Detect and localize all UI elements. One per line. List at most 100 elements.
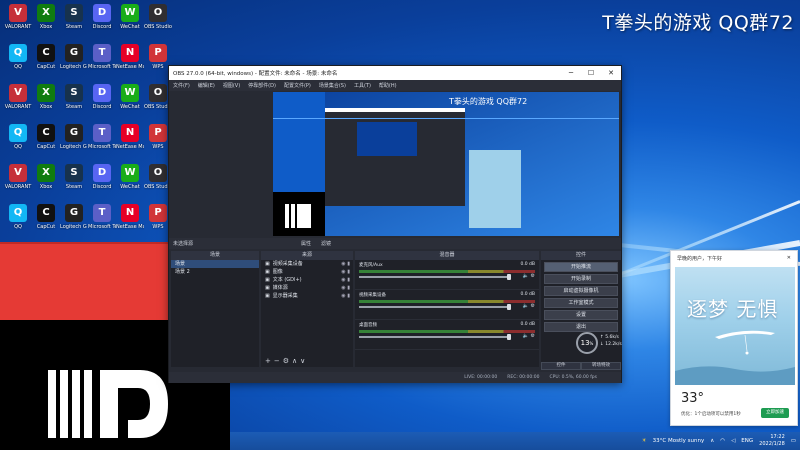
weather-sun-icon[interactable]: ☀ [642, 438, 647, 444]
volume-fader[interactable] [359, 274, 511, 280]
visibility-lock-icon[interactable]: ◉ ▮ [341, 284, 353, 292]
desktop-icon[interactable]: N NetEase Music [116, 124, 144, 150]
desktop-icon[interactable]: G Logitech G HUB [60, 204, 88, 230]
source-item[interactable]: ▣ 显示器采集 ◉ ▮ [261, 292, 353, 300]
tab-controls[interactable]: 控件 [541, 362, 581, 370]
wifi-icon[interactable]: ◠ [720, 438, 725, 444]
desktop-icon[interactable]: QQQ [4, 44, 32, 70]
control-button[interactable]: 开始推流 [544, 262, 618, 272]
obs-preview-canvas[interactable]: T拳头的游戏 QQ群72 [273, 92, 619, 236]
remove-icon[interactable]: − [274, 357, 283, 365]
desktop-icon[interactable]: W WeChat [116, 4, 144, 30]
add-icon[interactable]: + [265, 357, 274, 365]
desktop-icon-label: NetEase Music [116, 144, 144, 150]
visibility-lock-icon[interactable]: ◉ ▮ [341, 276, 353, 284]
desktop-icon[interactable]: T Microsoft Teams [88, 204, 116, 230]
visibility-lock-icon[interactable]: ◉ ▮ [341, 292, 353, 300]
desktop-icon[interactable]: C CapCut [32, 44, 60, 70]
move-up-icon[interactable]: ∧ [292, 357, 300, 365]
preview-mirror-image [273, 92, 619, 236]
perf-unit: % [589, 341, 594, 346]
menu-item[interactable]: 工具(T) [354, 82, 371, 89]
source-item[interactable]: ▣ 图像 ◉ ▮ [261, 268, 353, 276]
desktop-icon[interactable]: G Logitech G HUB [60, 44, 88, 70]
obs-titlebar[interactable]: OBS 27.0.0 (64-bit, windows) - 配置文件: 未命名… [169, 66, 621, 80]
desktop-icon[interactable]: T Microsoft Teams [88, 124, 116, 150]
close-icon[interactable]: ✕ [787, 255, 791, 261]
desktop-icon[interactable]: S Steam [60, 164, 88, 190]
desktop-icon[interactable]: V VALORANT [4, 4, 32, 30]
move-down-icon[interactable]: ∨ [300, 357, 308, 365]
desktop-icon[interactable]: X Xbox [32, 4, 60, 30]
desktop-icon[interactable]: V VALORANT [4, 164, 32, 190]
input-language[interactable]: ENG [741, 438, 753, 444]
desktop-icon[interactable]: W WeChat [116, 84, 144, 110]
control-button[interactable]: 启动虚拟摄像机 [544, 286, 618, 296]
volume-fader[interactable] [359, 304, 511, 310]
menu-item[interactable]: 停靠部件(D) [248, 82, 276, 89]
desktop-icon[interactable]: C CapCut [32, 204, 60, 230]
source-item[interactable]: ▣ 视频采集设备 ◉ ▮ [261, 260, 353, 268]
taskbar-weather[interactable]: 33°C Mostly sunny [653, 438, 705, 444]
minimize-icon[interactable]: ─ [561, 69, 581, 77]
performance-bubble[interactable]: 13% [576, 332, 598, 354]
maximize-icon[interactable]: ☐ [581, 69, 601, 77]
desktop-icon[interactable]: C CapCut [32, 124, 60, 150]
upload-icon: ↑ [600, 335, 604, 340]
wechat-icon: W [121, 84, 139, 102]
mute-settings-icon[interactable]: 🔈 ⚙ [523, 273, 535, 279]
scene-item[interactable]: 场景 [171, 260, 259, 268]
desktop-icon[interactable]: T Microsoft Teams [88, 44, 116, 70]
speed-up-button[interactable]: 立即加速 [761, 408, 789, 418]
menu-item[interactable]: 视图(V) [223, 82, 240, 89]
netease-music-icon: N [121, 44, 139, 62]
control-button[interactable]: 设置 [544, 310, 618, 320]
control-button[interactable]: 工作室模式 [544, 298, 618, 308]
desktop-icon[interactable]: QQQ [4, 204, 32, 230]
desktop-icon[interactable]: D Discord [88, 4, 116, 30]
desktop-icon-label: Microsoft Teams [88, 224, 116, 230]
scene-item[interactable]: 场景 2 [171, 268, 259, 276]
notification-icon[interactable]: ▭ [791, 438, 796, 444]
desktop-icon[interactable]: X Xbox [32, 164, 60, 190]
menu-item[interactable]: 编辑(E) [198, 82, 215, 89]
source-item[interactable]: ▣ 文本 (GDI+) ◉ ▮ [261, 276, 353, 284]
obs-menubar: 文件(F) 编辑(E) 视图(V) 停靠部件(D) 配置文件(P) 场景集合(S) 工具(T… [169, 80, 621, 91]
close-icon[interactable]: ✕ [601, 69, 621, 77]
desktop-icon[interactable]: X Xbox [32, 84, 60, 110]
gear-icon[interactable]: ⚙ [283, 357, 292, 365]
obs-window[interactable]: OBS 27.0.0 (64-bit, windows) - 配置文件: 未命名… [168, 65, 622, 383]
desktop-icon[interactable]: V VALORANT [4, 84, 32, 110]
desktop-icon[interactable]: G Logitech G HUB [60, 124, 88, 150]
mixer-channel: 视频采集设备 0.0 dB 🔈 ⚙ [355, 290, 539, 320]
desktop-icon[interactable]: S Steam [60, 4, 88, 30]
taskbar-clock[interactable]: 17:22 2022/1/28 [759, 434, 785, 448]
menu-item[interactable]: 场景集合(S) [319, 82, 346, 89]
volume-icon[interactable]: ◁ [731, 438, 735, 444]
desktop-icon[interactable]: D Discord [88, 164, 116, 190]
menu-item[interactable]: 帮助(H) [379, 82, 397, 89]
desktop-icon[interactable]: N NetEase Music [116, 44, 144, 70]
source-item[interactable]: ▣ 媒体源 ◉ ▮ [261, 284, 353, 292]
desktop-icon[interactable]: QQQ [4, 124, 32, 150]
filters-button[interactable]: 滤镜 [321, 240, 331, 247]
visibility-lock-icon[interactable]: ◉ ▮ [341, 260, 353, 268]
desktop-icon-label: Xbox [39, 184, 53, 190]
menu-item[interactable]: 配置文件(P) [284, 82, 311, 89]
properties-button[interactable]: 属性 [301, 240, 311, 247]
desktop-icon[interactable]: O OBS Studio [144, 4, 172, 30]
desktop-icon[interactable]: W WeChat [116, 164, 144, 190]
desktop-icon[interactable]: S Steam [60, 84, 88, 110]
control-button[interactable]: 开始录制 [544, 274, 618, 284]
mute-settings-icon[interactable]: 🔈 ⚙ [523, 333, 535, 339]
desktop-icon[interactable]: N NetEase Music [116, 204, 144, 230]
desktop-icon[interactable]: D Discord [88, 84, 116, 110]
menu-item[interactable]: 文件(F) [173, 82, 190, 89]
volume-fader[interactable] [359, 334, 511, 340]
control-button[interactable]: 退出 [544, 322, 618, 332]
visibility-lock-icon[interactable]: ◉ ▮ [341, 268, 353, 276]
tray-chevron-icon[interactable]: ∧ [710, 438, 714, 444]
tab-transitions[interactable]: 转场特效 [581, 362, 621, 370]
weather-temperature: 33° [681, 391, 705, 406]
mute-settings-icon[interactable]: 🔈 ⚙ [523, 303, 535, 309]
